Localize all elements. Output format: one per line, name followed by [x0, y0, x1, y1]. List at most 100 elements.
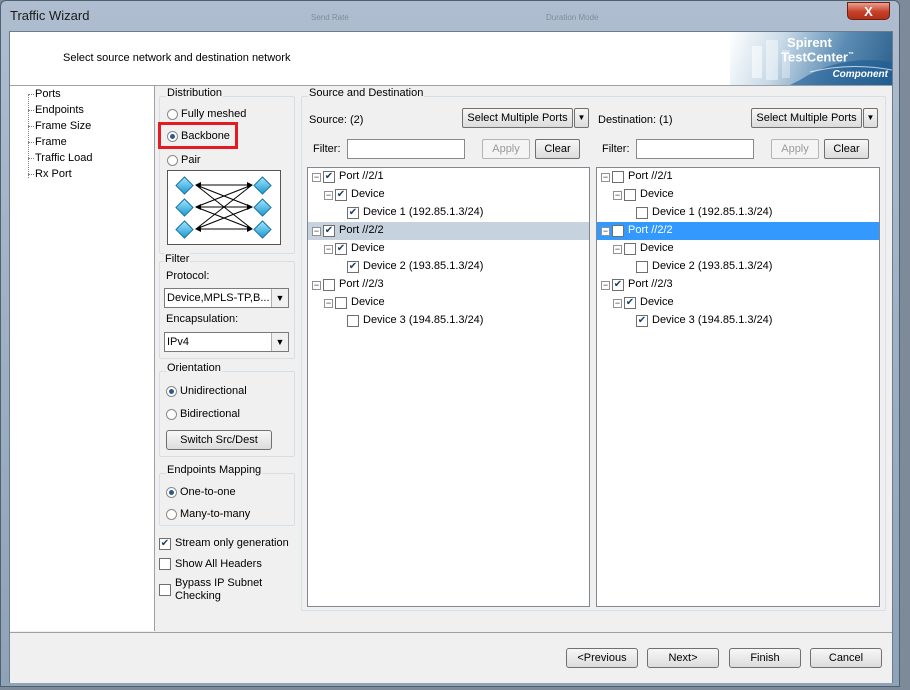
checkbox-show-all-headers[interactable]	[159, 558, 171, 570]
collapse-toggle-icon[interactable]: −	[324, 245, 333, 254]
source-select-dropdown-arrow[interactable]: ▼	[574, 108, 589, 128]
tree-checkbox[interactable]	[347, 207, 359, 219]
collapse-toggle-icon[interactable]: −	[324, 191, 333, 200]
destination-select-dropdown-arrow[interactable]: ▼	[863, 108, 878, 128]
tree-row[interactable]: Device 1 (192.85.1.3/24)	[308, 204, 589, 222]
encapsulation-dropdown[interactable]: IPv4 ▼	[164, 332, 289, 352]
tree-row[interactable]: − Device	[597, 240, 879, 258]
checkbox-stream-only-generation[interactable]	[159, 538, 171, 550]
close-button[interactable]: X	[847, 2, 890, 20]
tree-checkbox[interactable]	[636, 261, 648, 273]
tree-checkbox[interactable]	[624, 189, 636, 201]
nav-item-rx-port[interactable]: Rx Port	[35, 168, 72, 180]
tree-row-label: Port //2/2	[628, 224, 673, 236]
destination-apply-button[interactable]: Apply	[771, 139, 819, 159]
tree-row[interactable]: Device 1 (192.85.1.3/24)	[597, 204, 879, 222]
nav-item-ports[interactable]: Ports	[35, 88, 61, 100]
source-filter-input[interactable]	[347, 139, 465, 159]
label-one-to-one: One-to-one	[180, 486, 236, 498]
collapse-toggle-icon[interactable]: −	[312, 227, 321, 236]
title-bar[interactable]: Traffic Wizard Send Rate Duration Mode X	[1, 1, 899, 31]
nav-item-endpoints[interactable]: Endpoints	[35, 104, 84, 116]
tree-row[interactable]: Device 3 (194.85.1.3/24)	[597, 312, 879, 330]
tree-checkbox[interactable]	[612, 225, 624, 237]
finish-button[interactable]: Finish	[729, 648, 801, 668]
nav-item-traffic-load[interactable]: Traffic Load	[35, 152, 92, 164]
tree-checkbox[interactable]	[335, 189, 347, 201]
tree-row[interactable]: Device 2 (193.85.1.3/24)	[597, 258, 879, 276]
switch-src-dest-button[interactable]: Switch Src/Dest	[166, 430, 272, 450]
label-bypass-ip-subnet-line2: Checking	[175, 590, 221, 602]
tree-row[interactable]: − Device	[308, 294, 589, 312]
backbone-diagram	[167, 170, 281, 245]
radio-bidirectional[interactable]	[166, 409, 177, 420]
tree-row[interactable]: − Port //2/1	[597, 168, 879, 186]
next-button[interactable]: Next>	[647, 648, 719, 668]
tree-checkbox[interactable]	[624, 243, 636, 255]
tree-checkbox[interactable]	[335, 297, 347, 309]
tree-checkbox[interactable]	[636, 207, 648, 219]
tree-checkbox[interactable]	[636, 315, 648, 327]
wizard-footer: <Previous Next> Finish Cancel	[10, 632, 892, 683]
label-pair: Pair	[181, 154, 201, 166]
collapse-toggle-icon[interactable]: −	[613, 299, 622, 308]
protocol-value: Device,MPLS-TP,B...	[167, 292, 270, 304]
tree-row-label: Port //2/1	[339, 170, 384, 182]
radio-many-to-many[interactable]	[166, 509, 177, 520]
tree-checkbox[interactable]	[335, 243, 347, 255]
nav-tree-dash	[28, 94, 34, 95]
tree-row[interactable]: − Device	[597, 186, 879, 204]
collapse-toggle-icon[interactable]: −	[613, 245, 622, 254]
label-stream-only-generation: Stream only generation	[175, 537, 289, 549]
tree-row[interactable]: − Device	[308, 186, 589, 204]
nav-tree-dash	[28, 126, 34, 127]
tree-checkbox[interactable]	[323, 225, 335, 237]
tree-row[interactable]: − Device	[308, 240, 589, 258]
tree-checkbox[interactable]	[347, 261, 359, 273]
tree-row[interactable]: − Port //2/3	[597, 276, 879, 294]
tree-row[interactable]: − Port //2/2	[597, 222, 879, 240]
tree-checkbox[interactable]	[612, 171, 624, 183]
source-tree[interactable]: −Port //2/1−DeviceDevice 1 (192.85.1.3/2…	[307, 167, 590, 607]
source-select-multiple-ports-button[interactable]: Select Multiple Ports	[462, 108, 573, 128]
collapse-toggle-icon[interactable]: −	[312, 281, 321, 290]
nav-item-frame[interactable]: Frame	[35, 136, 67, 148]
radio-fully-meshed[interactable]	[167, 109, 178, 120]
window-title: Traffic Wizard	[10, 8, 90, 23]
tree-checkbox[interactable]	[624, 297, 636, 309]
collapse-toggle-icon[interactable]: −	[601, 227, 610, 236]
tree-row[interactable]: − Port //2/1	[308, 168, 589, 186]
radio-one-to-one[interactable]	[166, 487, 177, 498]
tree-checkbox[interactable]	[612, 279, 624, 291]
tree-row[interactable]: − Device	[597, 294, 879, 312]
collapse-toggle-icon[interactable]: −	[324, 299, 333, 308]
nav-item-frame-size[interactable]: Frame Size	[35, 120, 91, 132]
source-clear-button[interactable]: Clear	[535, 139, 580, 159]
collapse-toggle-icon[interactable]: −	[312, 173, 321, 182]
cancel-button[interactable]: Cancel	[810, 648, 882, 668]
destination-filter-input[interactable]	[636, 139, 754, 159]
filter-label: Filter	[164, 253, 191, 265]
tree-checkbox[interactable]	[323, 279, 335, 291]
spirent-testcenter-logo: Spirent TestCenter™ Component	[730, 32, 892, 85]
source-apply-button[interactable]: Apply	[482, 139, 530, 159]
previous-button[interactable]: <Previous	[566, 648, 638, 668]
tree-row[interactable]: − Port //2/3	[308, 276, 589, 294]
tree-checkbox[interactable]	[323, 171, 335, 183]
tree-row[interactable]: Device 2 (193.85.1.3/24)	[308, 258, 589, 276]
collapse-toggle-icon[interactable]: −	[601, 173, 610, 182]
protocol-dropdown[interactable]: Device,MPLS-TP,B... ▼	[164, 288, 289, 308]
tree-row-label: Device 1 (192.85.1.3/24)	[652, 206, 773, 218]
collapse-toggle-icon[interactable]: −	[613, 191, 622, 200]
tree-row-label: Device	[351, 242, 385, 254]
radio-pair[interactable]	[167, 155, 178, 166]
collapse-toggle-icon[interactable]: −	[601, 281, 610, 290]
destination-select-multiple-ports-button[interactable]: Select Multiple Ports	[751, 108, 862, 128]
destination-clear-button[interactable]: Clear	[824, 139, 869, 159]
tree-row[interactable]: Device 3 (194.85.1.3/24)	[308, 312, 589, 330]
destination-tree[interactable]: − Port //2/1− Device Device 1 (192.85.1.3/2…	[596, 167, 880, 607]
radio-unidirectional[interactable]	[166, 386, 177, 397]
tree-row[interactable]: − Port //2/2	[308, 222, 589, 240]
checkbox-bypass-ip-subnet[interactable]	[159, 584, 171, 596]
tree-checkbox[interactable]	[347, 315, 359, 327]
